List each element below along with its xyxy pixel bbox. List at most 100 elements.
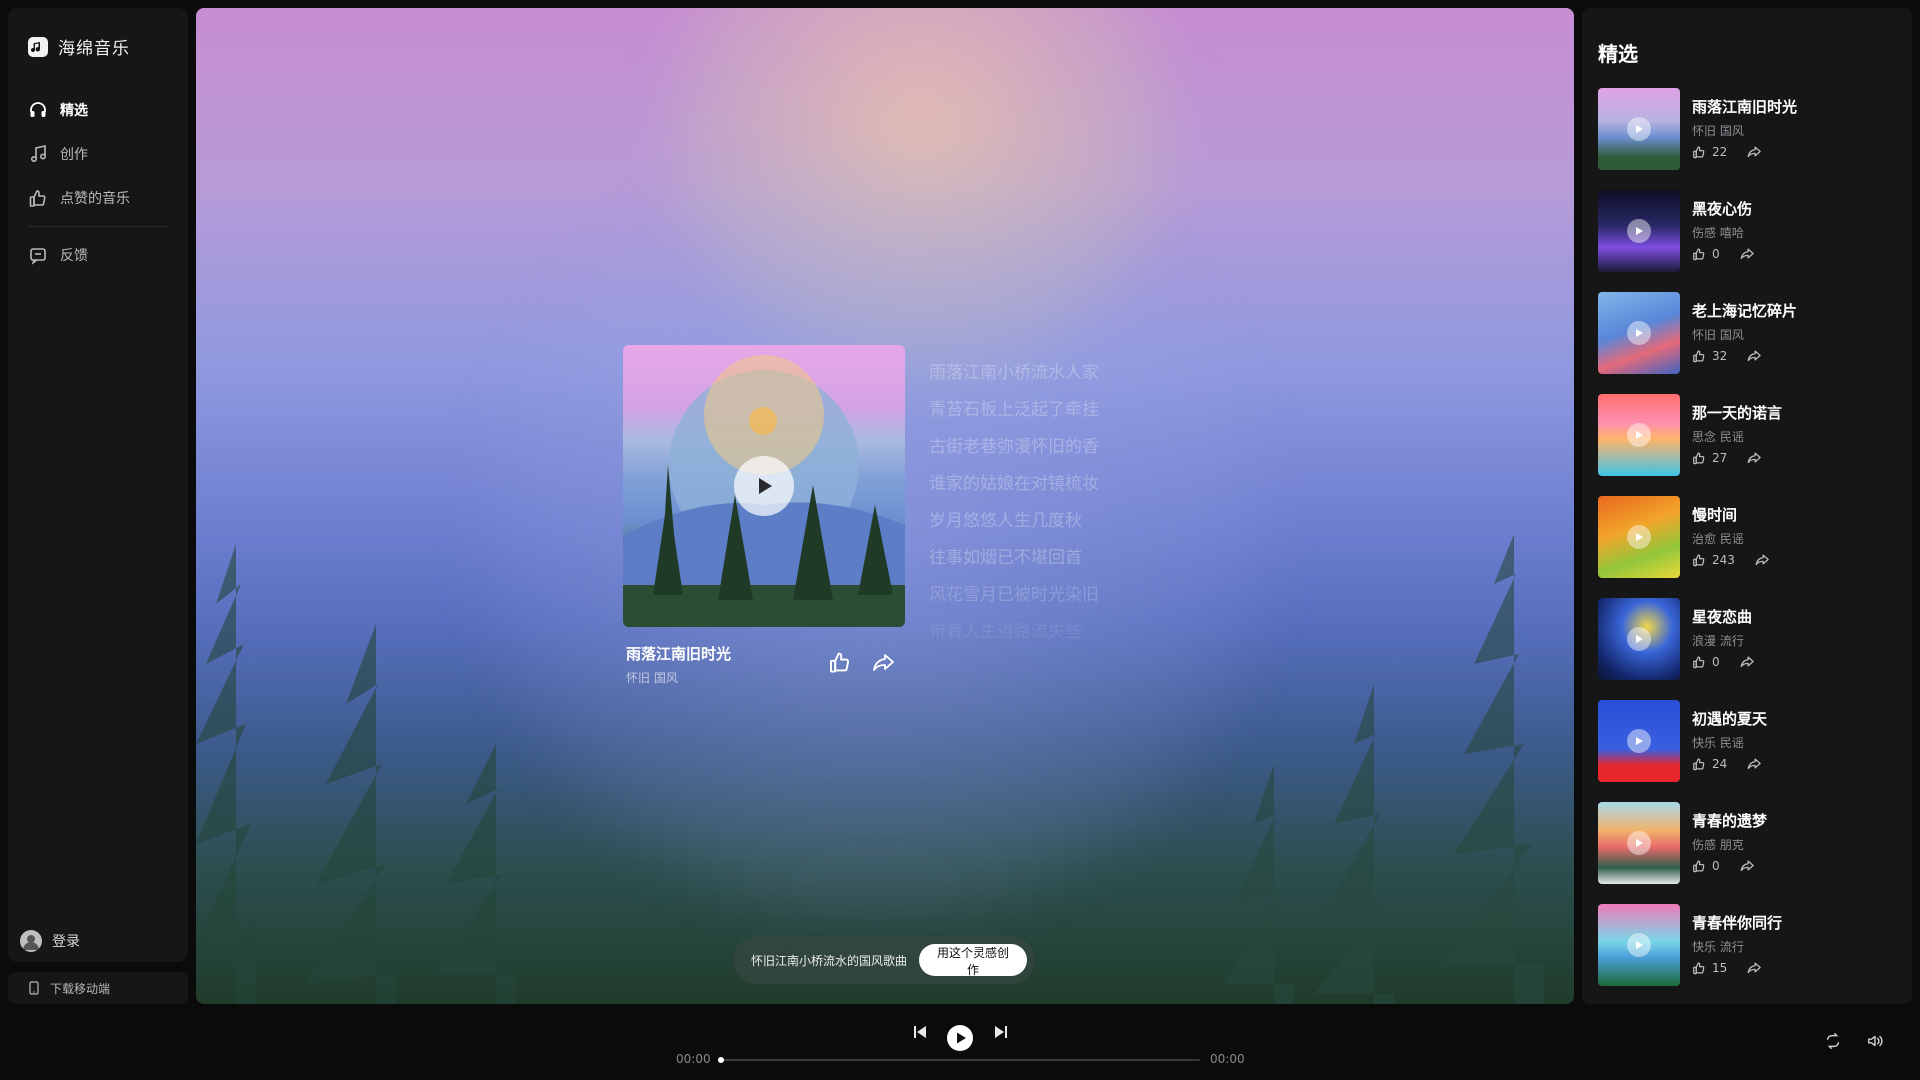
like-button[interactable]: [1692, 961, 1706, 975]
thumbnail-play-button[interactable]: [1627, 219, 1651, 243]
share-icon: [1747, 452, 1762, 464]
like-button[interactable]: [1692, 757, 1706, 771]
brand[interactable]: 海绵音乐: [28, 34, 130, 59]
song-thumbnail[interactable]: [1598, 700, 1680, 782]
login-button[interactable]: 登录: [20, 930, 80, 952]
share-icon: [1747, 962, 1762, 974]
thumbnail-play-button[interactable]: [1627, 321, 1651, 345]
like-button[interactable]: [1692, 349, 1706, 363]
featured-title: 精选: [1598, 42, 1638, 66]
share-button[interactable]: [1740, 858, 1755, 873]
progress-bar[interactable]: [718, 1057, 1200, 1063]
thumbnail-play-button[interactable]: [1627, 525, 1651, 549]
featured-panel: 精选 雨落江南旧时光 怀旧 国风 22 黑夜心伤 伤感 嘻哈 0 老上海记忆碎片…: [1582, 8, 1912, 1004]
share-button[interactable]: [1747, 756, 1762, 771]
avatar: [20, 930, 42, 952]
item-tags: 浪漫 流行: [1692, 634, 1744, 648]
like-button[interactable]: [1692, 451, 1706, 465]
play-pause-button[interactable]: [946, 1024, 974, 1056]
song-thumbnail[interactable]: [1598, 190, 1680, 272]
prompt-text: 怀旧江南小桥流水的国风歌曲: [751, 953, 908, 968]
list-item[interactable]: 老上海记忆碎片 怀旧 国风 32: [1598, 292, 1898, 394]
item-meta: 0: [1692, 858, 1755, 873]
create-with-inspiration-button[interactable]: 用这个灵感创作: [919, 944, 1027, 977]
sidebar-item-featured[interactable]: 精选: [18, 88, 178, 132]
like-button[interactable]: [1692, 145, 1706, 159]
sidebar-item-label: 反馈: [60, 248, 88, 264]
song-thumbnail[interactable]: [1598, 904, 1680, 986]
share-button[interactable]: [1747, 348, 1762, 363]
song-thumbnail[interactable]: [1598, 598, 1680, 680]
now-playing-stage: 雨落江南旧时光 怀旧 国风 雨落江南小桥流水人家 青苔石板上泛起了牵挂 古街老巷…: [196, 8, 1574, 1004]
song-thumbnail[interactable]: [1598, 292, 1680, 374]
item-meta: 27: [1692, 450, 1762, 465]
lyric-line: 谁家的姑娘在对镜梳妆: [929, 474, 1099, 494]
like-button[interactable]: [1692, 553, 1706, 567]
thumbnail-play-button[interactable]: [1627, 117, 1651, 141]
total-time: 00:00: [1210, 1052, 1245, 1066]
cover-play-button[interactable]: [734, 456, 794, 516]
item-meta: 243: [1692, 552, 1770, 567]
share-button[interactable]: [1740, 654, 1755, 669]
list-item[interactable]: 青春的遗梦 伤感 朋克 0: [1598, 802, 1898, 904]
thumb-up-icon: [1693, 451, 1705, 464]
like-count: 27: [1712, 450, 1728, 465]
thumbnail-play-button[interactable]: [1627, 933, 1651, 957]
share-button[interactable]: [1747, 144, 1762, 159]
share-button[interactable]: [1740, 246, 1755, 261]
list-item[interactable]: 慢时间 治愈 民谣 243: [1598, 496, 1898, 598]
list-item[interactable]: 雨落江南旧时光 怀旧 国风 22: [1598, 88, 1898, 190]
like-button[interactable]: [1692, 655, 1706, 669]
item-meta: 0: [1692, 246, 1755, 261]
thumbnail-play-button[interactable]: [1627, 423, 1651, 447]
lyric-line: 雨落江南小桥流水人家: [929, 363, 1099, 383]
list-item[interactable]: 青春伴你同行 快乐 流行 15: [1598, 904, 1898, 1004]
like-count: 22: [1712, 144, 1728, 159]
sidebar-item-label: 点赞的音乐: [60, 191, 130, 207]
previous-track-button[interactable]: [912, 1024, 928, 1044]
download-mobile-button[interactable]: 下载移动端: [8, 972, 188, 1004]
like-button[interactable]: [1692, 859, 1706, 873]
like-count: 15: [1712, 960, 1728, 975]
song-thumbnail[interactable]: [1598, 88, 1680, 170]
song-like-button[interactable]: [828, 650, 852, 678]
volume-icon: [1867, 1035, 1883, 1047]
thumb-up-icon: [1693, 859, 1705, 872]
list-item[interactable]: 初遇的夏天 快乐 民谣 24: [1598, 700, 1898, 802]
music-note-icon: [30, 145, 47, 163]
skip-previous-icon: [914, 1026, 926, 1038]
song-thumbnail[interactable]: [1598, 496, 1680, 578]
thumb-up-icon: [830, 652, 850, 673]
volume-button[interactable]: [1866, 1032, 1884, 1054]
like-button[interactable]: [1692, 247, 1706, 261]
item-meta: 15: [1692, 960, 1762, 975]
lyrics-panel: 雨落江南小桥流水人家 青苔石板上泛起了牵挂 古街老巷弥漫怀旧的香 谁家的姑娘在对…: [929, 355, 1149, 651]
progress-knob[interactable]: [718, 1057, 724, 1063]
item-meta: 24: [1692, 756, 1762, 771]
song-thumbnail[interactable]: [1598, 802, 1680, 884]
sidebar-item-create[interactable]: 创作: [18, 132, 178, 176]
album-cover[interactable]: [623, 345, 905, 627]
thumb-up-icon: [1693, 247, 1705, 260]
song-share-button[interactable]: [872, 650, 896, 678]
next-track-button[interactable]: [993, 1024, 1009, 1044]
loop-button[interactable]: [1824, 1032, 1842, 1054]
list-item[interactable]: 黑夜心伤 伤感 嘻哈 0: [1598, 190, 1898, 292]
song-thumbnail[interactable]: [1598, 394, 1680, 476]
song-title: 雨落江南旧时光: [626, 645, 732, 663]
lyric-line: 风花雪月已被时光染旧: [929, 585, 1099, 605]
thumbnail-play-button[interactable]: [1627, 627, 1651, 651]
thumbnail-play-button[interactable]: [1627, 831, 1651, 855]
list-item[interactable]: 那一天的诺言 思念 民谣 27: [1598, 394, 1898, 496]
share-button[interactable]: [1747, 450, 1762, 465]
share-icon: [1755, 554, 1769, 566]
list-item[interactable]: 星夜恋曲 浪漫 流行 0: [1598, 598, 1898, 700]
share-button[interactable]: [1747, 960, 1762, 975]
share-button[interactable]: [1755, 552, 1770, 567]
thumb-up-icon: [1693, 961, 1705, 974]
sidebar-item-liked-music[interactable]: 点赞的音乐: [18, 176, 178, 220]
thumbnail-play-button[interactable]: [1627, 729, 1651, 753]
sidebar-item-feedback[interactable]: 反馈: [18, 233, 178, 277]
play-icon: [759, 478, 772, 494]
thumb-up-icon: [1693, 553, 1705, 566]
